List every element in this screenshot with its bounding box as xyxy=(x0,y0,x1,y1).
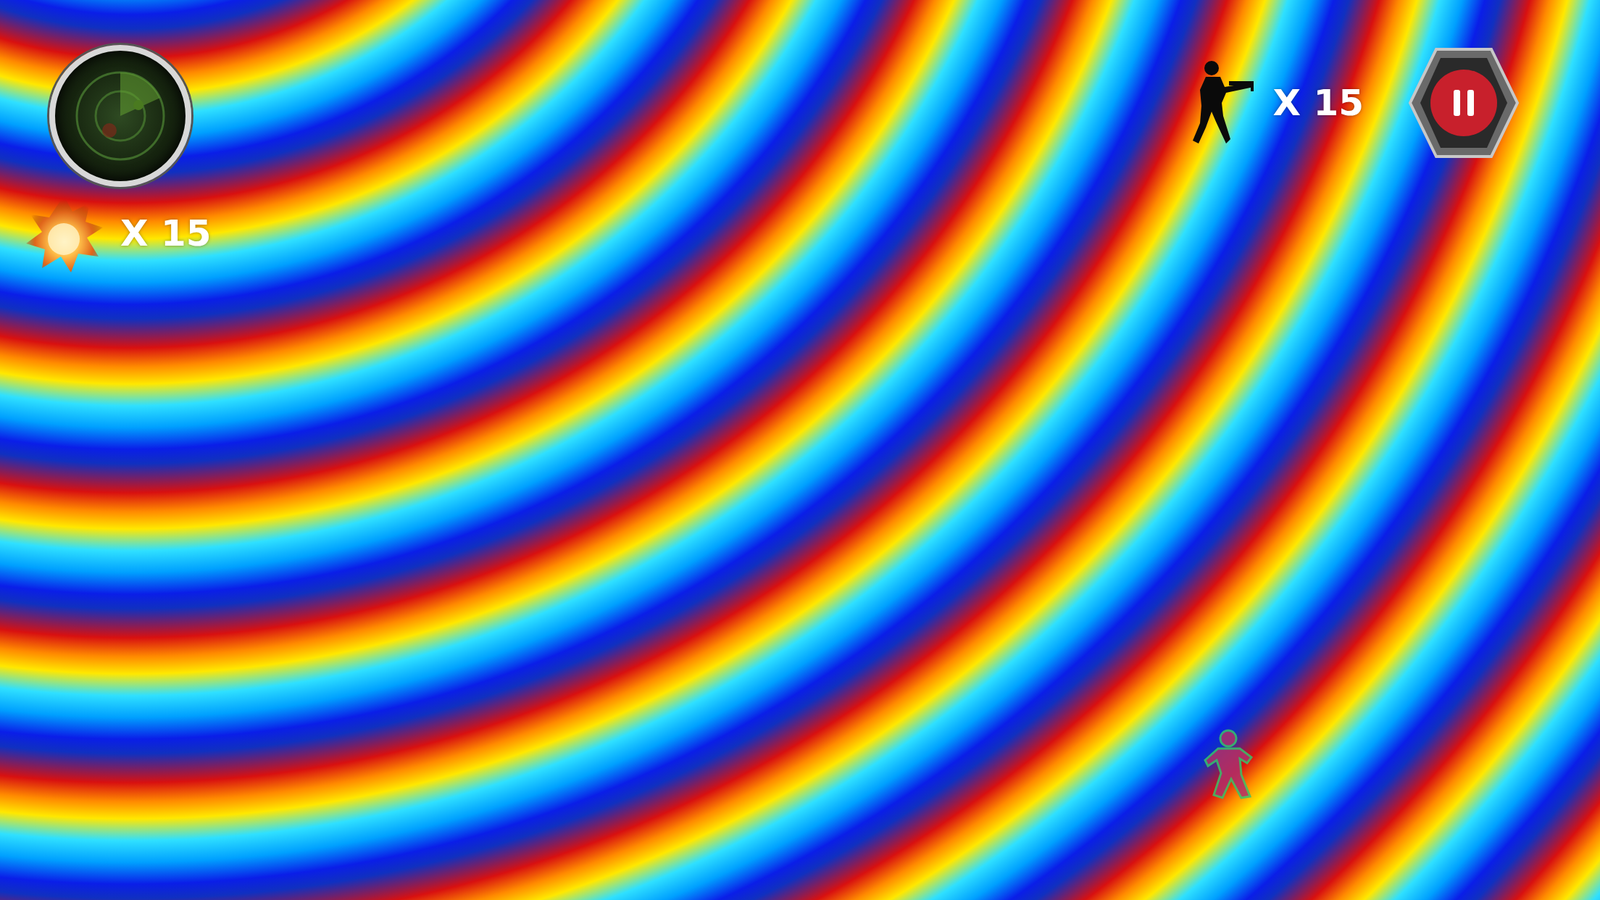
soldier-icon xyxy=(1188,57,1258,148)
pause-button[interactable] xyxy=(1407,44,1521,161)
enemy-count: X 15 xyxy=(1272,81,1364,125)
grenade-count: X 15 xyxy=(120,211,212,256)
player xyxy=(1199,728,1262,801)
player-icon xyxy=(1199,728,1262,801)
hud: X 15 X 15 xyxy=(0,0,1600,277)
game-canvas[interactable]: X 15 X 15 xyxy=(0,0,1600,900)
hud-right: X 15 xyxy=(1188,44,1521,161)
pause-icon xyxy=(1407,44,1521,161)
radar xyxy=(49,44,192,187)
enemy-counter: X 15 xyxy=(1188,57,1364,148)
radar-icon xyxy=(58,54,182,178)
explosion-icon xyxy=(20,189,108,277)
grenade-counter: X 15 xyxy=(20,189,212,277)
hud-left: X 15 xyxy=(20,44,212,277)
